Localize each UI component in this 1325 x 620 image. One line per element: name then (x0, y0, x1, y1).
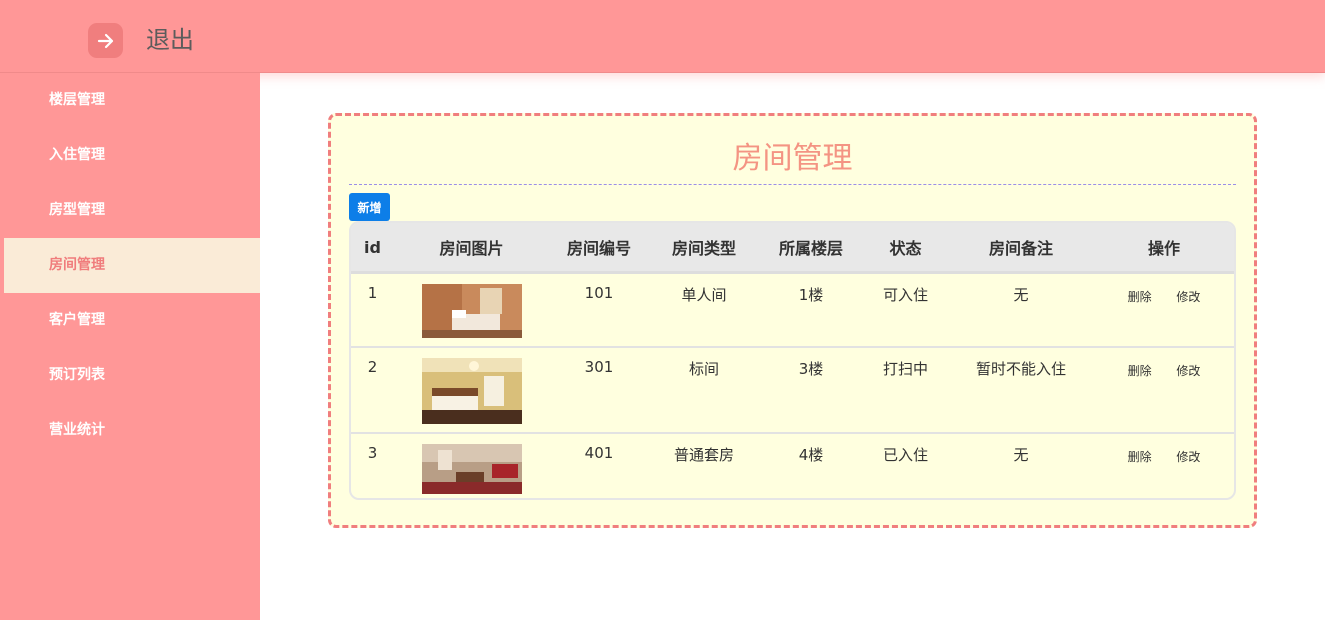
arrow-right-icon[interactable] (88, 23, 123, 58)
table-row: 1 101 单人间 1楼 可入住 无 删除 修改 (351, 272, 1234, 348)
cell-image (394, 433, 549, 498)
logout-label[interactable]: 退出 (146, 23, 194, 58)
suite-room-photo (421, 444, 522, 494)
standard-room-photo (421, 358, 522, 424)
add-room-button[interactable]: 新增 (349, 193, 390, 221)
page-title: 房间管理 (349, 134, 1236, 185)
cell-floor: 4楼 (798, 446, 824, 464)
cell-status: 可入住 (863, 272, 948, 348)
column-header-status: 状态 (863, 223, 948, 274)
single-room-photo (421, 284, 522, 338)
cell-id: 3 (367, 444, 378, 462)
column-header-actions: 操作 (1094, 223, 1234, 274)
cell-note: 无 (1013, 446, 1029, 464)
cell-type: 标间 (649, 347, 759, 434)
sidebar-item-checkin-management[interactable]: 入住管理 (0, 128, 260, 183)
sidebar-item-reservation-list[interactable]: 预订列表 (0, 348, 260, 403)
cell-actions: 删除 修改 (1094, 347, 1234, 434)
cell-actions: 删除 修改 (1094, 272, 1234, 348)
cell-image (394, 272, 549, 348)
edit-button[interactable]: 修改 (1176, 448, 1200, 465)
room-table: id 房间图片 房间编号 房间类型 所属楼层 状态 房间备注 操作 1 101 … (349, 221, 1236, 500)
cell-note: 暂时不能入住 (948, 347, 1094, 434)
top-header: 退出 (0, 0, 1325, 73)
column-header-number: 房间编号 (549, 223, 649, 274)
room-management-panel: 房间管理 新增 id 房间图片 房间编号 房间类型 所属楼层 状态 房间备注 操… (328, 113, 1257, 528)
cell-number: 101 (549, 272, 649, 348)
sidebar-item-floor-management[interactable]: 楼层管理 (0, 73, 260, 128)
cell-floor: 3楼 (759, 347, 863, 434)
column-header-floor: 所属楼层 (759, 223, 863, 274)
logout-button[interactable]: 退出 (88, 23, 194, 58)
cell-number: 301 (549, 347, 649, 434)
cell-actions: 删除 修改 (1094, 433, 1234, 498)
cell-id: 2 (351, 347, 394, 434)
cell-type: 单人间 (649, 272, 759, 348)
column-header-id: id (351, 223, 394, 274)
sidebar-item-business-statistics[interactable]: 营业统计 (0, 403, 260, 458)
edit-button[interactable]: 修改 (1176, 288, 1200, 305)
column-header-type: 房间类型 (649, 223, 759, 274)
delete-button[interactable]: 删除 (1128, 288, 1152, 305)
delete-button[interactable]: 删除 (1128, 448, 1152, 465)
sidebar: 楼层管理 入住管理 房型管理 房间管理 客户管理 预订列表 营业统计 (0, 73, 260, 620)
sidebar-item-customer-management[interactable]: 客户管理 (0, 293, 260, 348)
sidebar-item-room-management[interactable]: 房间管理 (4, 238, 260, 293)
cell-number: 401 (584, 444, 614, 462)
table-row: 3 401 普通套房 4楼 已入住 无 删除 修改 (351, 433, 1234, 498)
cell-type: 普通套房 (673, 446, 734, 464)
edit-button[interactable]: 修改 (1176, 362, 1200, 379)
column-header-image: 房间图片 (394, 223, 549, 274)
cell-id: 1 (351, 272, 394, 348)
cell-status: 已入住 (882, 446, 928, 464)
cell-note: 无 (948, 272, 1094, 348)
table-row: 2 301 标间 3楼 打扫中 暂时不能入住 删除 修改 (351, 347, 1234, 434)
cell-floor: 1楼 (759, 272, 863, 348)
table-header-row: id 房间图片 房间编号 房间类型 所属楼层 状态 房间备注 操作 (351, 223, 1234, 274)
column-header-note: 房间备注 (948, 223, 1094, 274)
sidebar-item-room-type-management[interactable]: 房型管理 (0, 183, 260, 238)
cell-image (394, 347, 549, 434)
delete-button[interactable]: 删除 (1128, 362, 1152, 379)
cell-status: 打扫中 (863, 347, 948, 434)
